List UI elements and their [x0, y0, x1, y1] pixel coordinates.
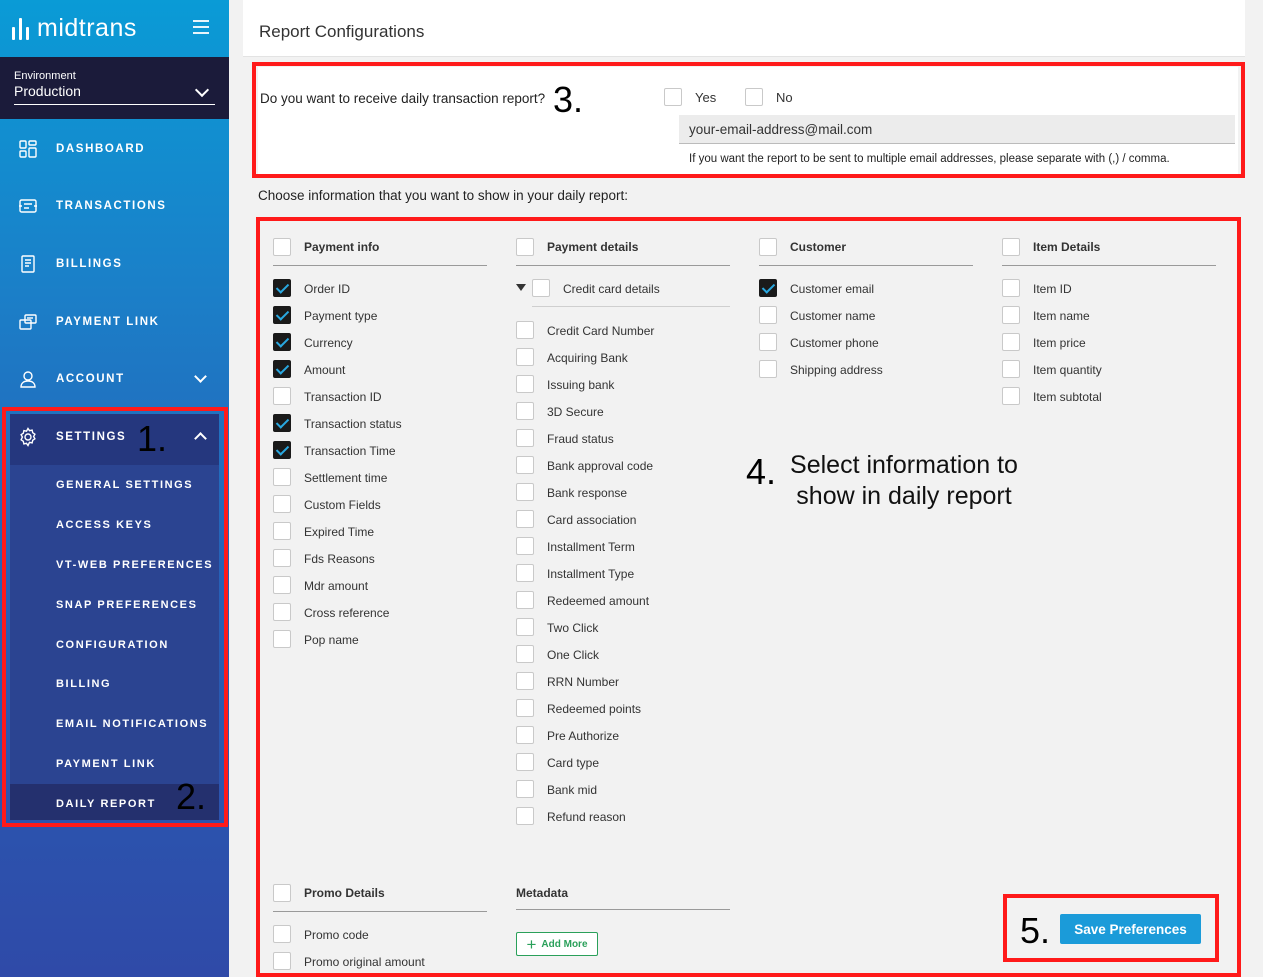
nav-account[interactable]: ACCOUNT [0, 359, 229, 399]
brand-name: midtrans [37, 14, 137, 42]
environment-underline [14, 104, 215, 105]
annotation-note-4: Select information to show in daily repo… [780, 450, 1028, 512]
annotation-number-3: 3. [553, 79, 584, 120]
environment-value: Production [14, 83, 81, 99]
nav-dashboard-label: DASHBOARD [56, 143, 146, 155]
page-header: Report Configurations [243, 0, 1245, 57]
annotation-box-4 [256, 217, 1241, 977]
nav-billings-label: BILLINGS [56, 258, 123, 270]
annotation-number-1: 1. [137, 418, 168, 459]
nav-payment-link[interactable]: PAYMENT LINK [0, 302, 229, 342]
annotation-note-line-2: show in daily report [796, 482, 1012, 510]
dashboard-icon [19, 140, 37, 158]
billings-icon [21, 255, 35, 273]
page-title: Report Configurations [259, 22, 425, 41]
annotation-number-2: 2. [176, 776, 207, 817]
nav-dashboard[interactable]: DASHBOARD [0, 129, 229, 169]
transactions-icon [19, 199, 37, 213]
nav-transactions-label: TRANSACTIONS [56, 200, 167, 212]
annotation-number-4: 4. [746, 451, 777, 492]
environment-selector[interactable]: Environment Production [0, 57, 229, 119]
user-icon [20, 371, 36, 388]
annotation-box-3 [252, 62, 1245, 178]
chevron-down-icon [194, 370, 207, 383]
payment-link-icon [19, 314, 37, 330]
nav-account-label: ACCOUNT [56, 373, 125, 385]
nav-billings[interactable]: BILLINGS [0, 244, 229, 284]
environment-label: Environment [14, 70, 76, 82]
nav-transactions[interactable]: TRANSACTIONS [0, 186, 229, 226]
annotation-number-5: 5. [1020, 910, 1051, 951]
choose-info-text: Choose information that you want to show… [258, 188, 628, 203]
annotation-box-2 [2, 407, 228, 827]
annotation-note-line-1: Select information to [790, 451, 1018, 479]
midtrans-logo-icon [12, 17, 29, 40]
nav-payment-link-label: PAYMENT LINK [56, 316, 160, 328]
hamburger-menu-icon[interactable] [193, 20, 209, 38]
